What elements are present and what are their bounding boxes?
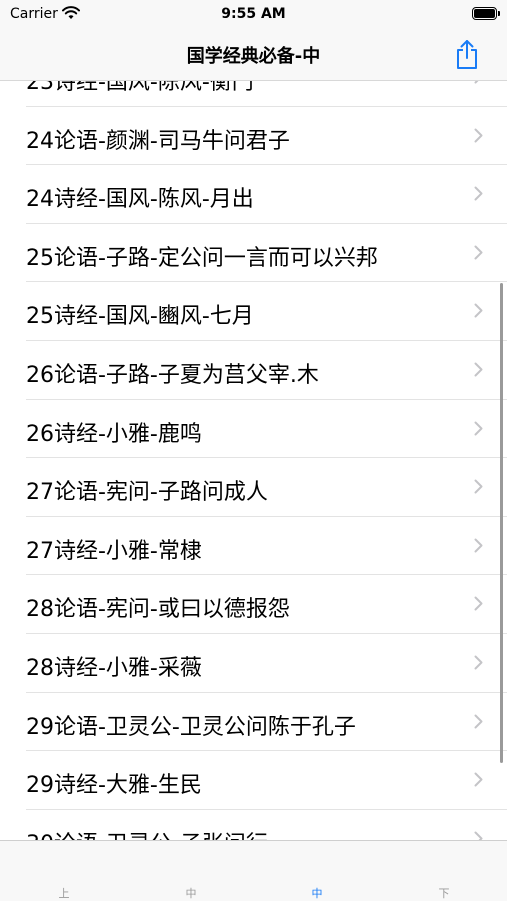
list-item[interactable]: 30论语-卫灵公-子张问行 bbox=[26, 810, 507, 840]
chevron-right-icon bbox=[474, 772, 483, 791]
tab-3[interactable]: 中 bbox=[297, 885, 337, 901]
chevron-right-icon bbox=[474, 421, 483, 440]
list-item[interactable]: 24诗经-国风-陈风-月出 bbox=[26, 165, 507, 224]
chevron-right-icon bbox=[474, 479, 483, 498]
chevron-right-icon bbox=[474, 655, 483, 674]
list-item-label: 27论语-宪问-子路问成人 bbox=[26, 480, 268, 506]
list-item-label: 25诗经-国风-豳风-七月 bbox=[26, 304, 254, 330]
list-item-label: 28论语-宪问-或曰以德报怨 bbox=[26, 597, 290, 623]
tab-bar: 上中中下 bbox=[0, 840, 507, 901]
navigation-bar: 国学经典必备-中 bbox=[0, 30, 507, 81]
status-time: 9:55 AM bbox=[221, 6, 286, 22]
chevron-right-icon bbox=[474, 538, 483, 557]
lesson-list[interactable]: 23诗经-国风-陈风-衡门 24论语-颜渊-司马牛问君子 24诗经-国风-陈风-月出… bbox=[0, 48, 507, 840]
chevron-right-icon bbox=[474, 596, 483, 615]
list-item[interactable]: 26论语-子路-子夏为莒父宰.木 bbox=[26, 341, 507, 400]
list-item[interactable]: 28论语-宪问-或曰以德报怨 bbox=[26, 575, 507, 634]
chevron-right-icon bbox=[474, 186, 483, 205]
chevron-right-icon bbox=[474, 714, 483, 733]
battery-icon bbox=[472, 7, 500, 20]
tab-2[interactable]: 中 bbox=[171, 885, 211, 901]
scroll-indicator[interactable] bbox=[500, 283, 503, 763]
chevron-right-icon bbox=[474, 245, 483, 264]
share-icon bbox=[457, 40, 477, 69]
list-item-label: 26诗经-小雅-鹿鸣 bbox=[26, 421, 202, 447]
share-button[interactable] bbox=[453, 38, 481, 70]
chevron-right-icon bbox=[474, 362, 483, 381]
list-item-label: 27诗经-小雅-常棣 bbox=[26, 538, 202, 564]
chevron-right-icon bbox=[474, 128, 483, 147]
list-item-label: 29论语-卫灵公-卫灵公问陈于孔子 bbox=[26, 714, 356, 740]
list-item-label: 24诗经-国风-陈风-月出 bbox=[26, 187, 254, 213]
list-item-label: 24论语-颜渊-司马牛问君子 bbox=[26, 128, 290, 154]
list-item-label: 25论语-子路-定公问一言而可以兴邦 bbox=[26, 245, 378, 271]
list-item[interactable]: 27论语-宪问-子路问成人 bbox=[26, 458, 507, 517]
list-item[interactable]: 25论语-子路-定公问一言而可以兴邦 bbox=[26, 224, 507, 283]
chevron-right-icon bbox=[474, 303, 483, 322]
list-item[interactable]: 28诗经-小雅-采薇 bbox=[26, 634, 507, 693]
list-item-label: 29诗经-大雅-生民 bbox=[26, 773, 202, 799]
chevron-right-icon bbox=[474, 831, 483, 840]
page-title: 国学经典必备-中 bbox=[186, 46, 321, 67]
tab-1[interactable]: 上 bbox=[44, 885, 84, 901]
list-item[interactable]: 26诗经-小雅-鹿鸣 bbox=[26, 400, 507, 459]
list-item[interactable]: 29论语-卫灵公-卫灵公问陈于孔子 bbox=[26, 693, 507, 752]
status-bar: Carrier 9:55 AM bbox=[0, 0, 507, 30]
list-item[interactable]: 29诗经-大雅-生民 bbox=[26, 751, 507, 810]
tab-4[interactable]: 下 bbox=[424, 885, 464, 901]
list-item[interactable]: 27诗经-小雅-常棣 bbox=[26, 517, 507, 576]
list-item[interactable]: 25诗经-国风-豳风-七月 bbox=[26, 282, 507, 341]
list-item-label: 28诗经-小雅-采薇 bbox=[26, 655, 202, 681]
list-item-label: 30论语-卫灵公-子张问行 bbox=[26, 826, 268, 840]
list-item-label: 26论语-子路-子夏为莒父宰.木 bbox=[26, 362, 319, 388]
list-item[interactable]: 24论语-颜渊-司马牛问君子 bbox=[26, 107, 507, 166]
